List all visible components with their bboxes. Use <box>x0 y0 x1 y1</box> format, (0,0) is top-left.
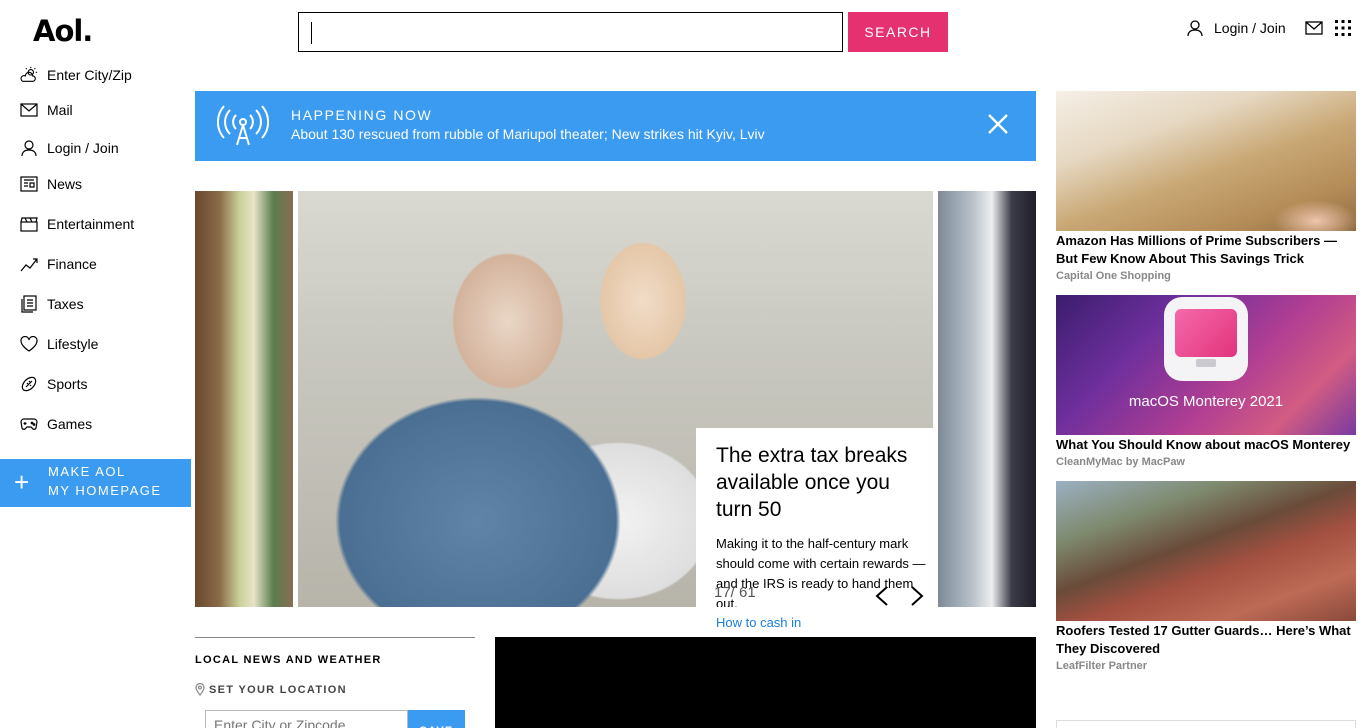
sidebar-item-label: Lifestyle <box>47 336 99 352</box>
sidebar-item-lifestyle[interactable]: Lifestyle <box>20 335 98 353</box>
cleanmymac-app-icon <box>1164 297 1248 381</box>
story-card[interactable]: The extra tax breaks available once you … <box>696 428 937 607</box>
gamepad-icon <box>20 415 38 433</box>
broadcast-icon <box>217 105 269 146</box>
local-news-heading: LOCAL NEWS AND WEATHER <box>195 654 382 666</box>
sidebar-item-taxes[interactable]: Taxes <box>20 295 84 313</box>
ad-image-macos[interactable]: macOS Monterey 2021 <box>1056 295 1356 435</box>
ad-source[interactable]: LeafFilter Partner <box>1056 660 1147 672</box>
sidebar-item-label: News <box>47 176 83 192</box>
zipcode-input[interactable] <box>205 710 408 728</box>
set-location-link[interactable]: SET YOUR LOCATION <box>195 683 347 696</box>
chevron-right-icon[interactable] <box>909 585 925 607</box>
user-icon <box>1187 20 1203 37</box>
sidebar-item-news[interactable]: News <box>20 175 82 193</box>
banner-label: HAPPENING NOW <box>291 107 433 123</box>
sidebar-item-label: Taxes <box>47 296 84 312</box>
header-login-label: Login / Join <box>1214 20 1286 36</box>
sidebar-item-weather[interactable]: Enter City/Zip <box>20 66 132 84</box>
monitor-icon <box>1175 309 1237 357</box>
sidebar-item-sports[interactable]: Sports <box>20 375 87 393</box>
apps-grid-icon[interactable] <box>1335 20 1351 36</box>
mail-icon[interactable] <box>1305 20 1323 36</box>
monitor-stand-icon <box>1196 359 1216 367</box>
weather-icon <box>20 66 38 84</box>
ad-placeholder <box>1056 720 1356 728</box>
sidebar-item-label: Mail <box>47 102 73 118</box>
ad-source[interactable]: Capital One Shopping <box>1056 270 1171 282</box>
search-button[interactable]: SEARCH <box>848 12 948 52</box>
sidebar-item-label: Entertainment <box>47 216 135 232</box>
sidebar-item-label: Enter City/Zip <box>47 67 132 83</box>
carousel-counter: 17/ 61 <box>714 584 756 601</box>
set-location-label: SET YOUR LOCATION <box>209 683 347 696</box>
ad-source[interactable]: CleanMyMac by MacPaw <box>1056 456 1185 468</box>
sidebar-item-games[interactable]: Games <box>20 415 92 433</box>
chart-icon <box>20 255 38 273</box>
sidebar-item-mail[interactable]: Mail <box>20 101 73 119</box>
local-news-section: LOCAL NEWS AND WEATHER SET YOUR LOCATION <box>195 637 475 696</box>
plus-icon: + <box>14 467 30 497</box>
chevron-left-icon[interactable] <box>874 585 890 607</box>
ad-title[interactable]: What You Should Know about macOS Montere… <box>1056 436 1356 454</box>
happening-now-banner[interactable]: HAPPENING NOW About 130 rescued from rub… <box>195 91 1036 161</box>
search-input[interactable] <box>298 12 843 52</box>
sidebar-item-label: Games <box>47 416 93 432</box>
news-carousel: The extra tax breaks available once you … <box>195 191 1036 607</box>
close-icon[interactable] <box>987 113 1009 135</box>
save-location-button[interactable]: SAVE <box>408 710 465 728</box>
sidebar-item-label: Sports <box>47 376 88 392</box>
ad-image-caption: macOS Monterey 2021 <box>1128 393 1284 410</box>
text-caret <box>311 22 312 44</box>
sidebar-item-label: Login / Join <box>47 140 119 156</box>
make-home-line1: MAKE AOL <box>48 464 126 479</box>
ad-title[interactable]: Roofers Tested 17 Gutter Guards… Here’s … <box>1056 622 1356 658</box>
header-login-link[interactable]: Login / Join <box>1186 19 1286 37</box>
sidebar-item-entertainment[interactable]: Entertainment <box>20 215 134 233</box>
story-title[interactable]: The extra tax breaks available once you … <box>716 442 926 523</box>
user-icon <box>20 139 38 157</box>
news-icon <box>20 175 38 193</box>
carousel-prev-slide-image[interactable] <box>195 191 293 607</box>
story-link[interactable]: How to cash in <box>716 615 801 630</box>
document-icon <box>20 295 38 313</box>
sidebar-item-label: Finance <box>47 256 97 272</box>
carousel-next-slide-image[interactable] <box>938 191 1036 607</box>
mail-icon <box>20 101 38 119</box>
location-pin-icon <box>195 683 205 696</box>
banner-headline[interactable]: About 130 rescued from rubble of Mariupo… <box>291 126 765 142</box>
clapper-icon <box>20 215 38 233</box>
ad-image-gutter[interactable] <box>1056 481 1356 621</box>
sidebar-item-login[interactable]: Login / Join <box>20 139 119 157</box>
heart-icon <box>20 335 38 353</box>
aol-logo[interactable]: Aol. <box>33 14 93 48</box>
ball-icon <box>20 375 38 393</box>
ad-title[interactable]: Amazon Has Millions of Prime Subscribers… <box>1056 232 1356 268</box>
ad-image-amazon[interactable] <box>1056 91 1356 231</box>
video-player[interactable] <box>495 637 1036 728</box>
sidebar-item-finance[interactable]: Finance <box>20 255 97 273</box>
make-home-line2: MY HOMEPAGE <box>48 483 162 498</box>
make-aol-homepage-button[interactable]: + MAKE AOL MY HOMEPAGE <box>0 459 191 507</box>
